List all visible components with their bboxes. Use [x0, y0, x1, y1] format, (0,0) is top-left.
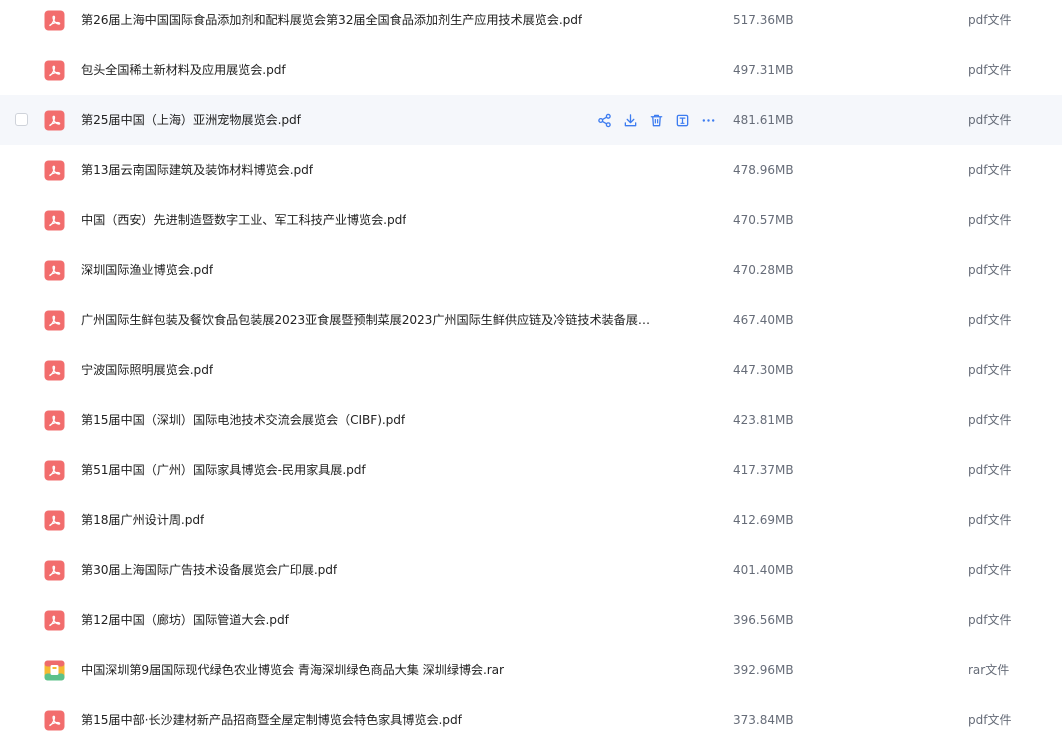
file-row[interactable]: 第12届中国（廊坊）国际管道大会.pdf 396.56MB pdf文件	[0, 595, 1062, 645]
file-size: 417.37MB	[733, 463, 794, 477]
file-name[interactable]: 中国深圳第9届国际现代绿色农业博览会 青海深圳绿色商品大集 深圳绿博会.rar	[81, 645, 504, 695]
file-size: 373.84MB	[733, 713, 794, 727]
rename-icon[interactable]	[674, 112, 690, 128]
file-size: 467.40MB	[733, 313, 794, 327]
row-checkbox[interactable]	[15, 113, 28, 126]
file-name[interactable]: 第12届中国（廊坊）国际管道大会.pdf	[81, 595, 289, 645]
file-name[interactable]: 第51届中国（广州）国际家具博览会-民用家具展.pdf	[81, 445, 366, 495]
file-row[interactable]: 第18届广州设计周.pdf 412.69MB pdf文件	[0, 495, 1062, 545]
row-actions	[596, 111, 716, 129]
share-icon[interactable]	[596, 112, 612, 128]
file-size: 481.61MB	[733, 113, 794, 127]
file-row[interactable]: 第25届中国（上海）亚洲宠物展览会.pdf 481.61MB pdf文件	[0, 95, 1062, 145]
file-size: 412.69MB	[733, 513, 794, 527]
file-name[interactable]: 第25届中国（上海）亚洲宠物展览会.pdf	[81, 95, 301, 145]
file-name[interactable]: 宁波国际照明展览会.pdf	[81, 345, 213, 395]
pdf-icon	[44, 410, 65, 431]
file-name[interactable]: 第15届中国（深圳）国际电池技术交流会展览会（CIBF).pdf	[81, 395, 405, 445]
file-name[interactable]: 第30届上海国际广告技术设备展览会广印展.pdf	[81, 545, 337, 595]
file-type: pdf文件	[968, 563, 1012, 577]
rar-icon	[44, 660, 65, 681]
file-name[interactable]: 第15届中部·长沙建材新产品招商暨全屋定制博览会特色家具博览会.pdf	[81, 695, 462, 742]
pdf-icon	[44, 460, 65, 481]
file-name[interactable]: 第13届云南国际建筑及装饰材料博览会.pdf	[81, 145, 313, 195]
pdf-icon	[44, 710, 65, 731]
file-type: pdf文件	[968, 163, 1012, 177]
file-type: pdf文件	[968, 363, 1012, 377]
file-row[interactable]: 第26届上海中国国际食品添加剂和配料展览会第32届全国食品添加剂生产应用技术展览…	[0, 0, 1062, 45]
pdf-icon	[44, 210, 65, 231]
file-type: pdf文件	[968, 213, 1012, 227]
pdf-icon	[44, 60, 65, 81]
file-size: 396.56MB	[733, 613, 794, 627]
file-type: rar文件	[968, 663, 1010, 677]
file-row[interactable]: 第15届中部·长沙建材新产品招商暨全屋定制博览会特色家具博览会.pdf 373.…	[0, 695, 1062, 742]
file-row[interactable]: 深圳国际渔业博览会.pdf 470.28MB pdf文件	[0, 245, 1062, 295]
file-row[interactable]: 宁波国际照明展览会.pdf 447.30MB pdf文件	[0, 345, 1062, 395]
pdf-icon	[44, 610, 65, 631]
file-type: pdf文件	[968, 63, 1012, 77]
download-icon[interactable]	[622, 112, 638, 128]
file-type: pdf文件	[968, 413, 1012, 427]
pdf-icon	[44, 10, 65, 31]
file-name[interactable]: 深圳国际渔业博览会.pdf	[81, 245, 213, 295]
file-row[interactable]: 第13届云南国际建筑及装饰材料博览会.pdf 478.96MB pdf文件	[0, 145, 1062, 195]
file-size: 478.96MB	[733, 163, 794, 177]
file-row[interactable]: 第30届上海国际广告技术设备展览会广印展.pdf 401.40MB pdf文件	[0, 545, 1062, 595]
file-size: 470.57MB	[733, 213, 794, 227]
file-type: pdf文件	[968, 313, 1012, 327]
pdf-icon	[44, 510, 65, 531]
pdf-icon	[44, 560, 65, 581]
file-row[interactable]: 中国（西安）先进制造暨数字工业、军工科技产业博览会.pdf 470.57MB p…	[0, 195, 1062, 245]
file-type: pdf文件	[968, 463, 1012, 477]
file-type: pdf文件	[968, 513, 1012, 527]
pdf-icon	[44, 360, 65, 381]
pdf-icon	[44, 260, 65, 281]
file-size: 423.81MB	[733, 413, 794, 427]
file-row[interactable]: 广州国际生鲜包装及餐饮食品包装展2023亚食展暨预制菜展2023广州国际生鲜供应…	[0, 295, 1062, 345]
file-name[interactable]: 中国（西安）先进制造暨数字工业、军工科技产业博览会.pdf	[81, 195, 406, 245]
file-row[interactable]: 第15届中国（深圳）国际电池技术交流会展览会（CIBF).pdf 423.81M…	[0, 395, 1062, 445]
file-size: 497.31MB	[733, 63, 794, 77]
file-name[interactable]: 广州国际生鲜包装及餐饮食品包装展2023亚食展暨预制菜展2023广州国际生鲜供应…	[81, 295, 661, 345]
file-row[interactable]: 包头全国稀土新材料及应用展览会.pdf 497.31MB pdf文件	[0, 45, 1062, 95]
delete-icon[interactable]	[648, 112, 664, 128]
file-type: pdf文件	[968, 263, 1012, 277]
file-size: 392.96MB	[733, 663, 794, 677]
file-type: pdf文件	[968, 113, 1012, 127]
file-name[interactable]: 第18届广州设计周.pdf	[81, 495, 204, 545]
pdf-icon	[44, 310, 65, 331]
file-type: pdf文件	[968, 13, 1012, 27]
file-size: 401.40MB	[733, 563, 794, 577]
file-size: 517.36MB	[733, 13, 794, 27]
file-row[interactable]: 中国深圳第9届国际现代绿色农业博览会 青海深圳绿色商品大集 深圳绿博会.rar …	[0, 645, 1062, 695]
file-type: pdf文件	[968, 713, 1012, 727]
file-row[interactable]: 第51届中国（广州）国际家具博览会-民用家具展.pdf 417.37MB pdf…	[0, 445, 1062, 495]
pdf-icon	[44, 160, 65, 181]
file-list: 第26届上海中国国际食品添加剂和配料展览会第32届全国食品添加剂生产应用技术展览…	[0, 0, 1062, 737]
file-size: 470.28MB	[733, 263, 794, 277]
pdf-icon	[44, 110, 65, 131]
file-name[interactable]: 第26届上海中国国际食品添加剂和配料展览会第32届全国食品添加剂生产应用技术展览…	[81, 0, 582, 45]
file-name[interactable]: 包头全国稀土新材料及应用展览会.pdf	[81, 45, 286, 95]
more-icon[interactable]	[700, 112, 716, 128]
file-size: 447.30MB	[733, 363, 794, 377]
file-type: pdf文件	[968, 613, 1012, 627]
